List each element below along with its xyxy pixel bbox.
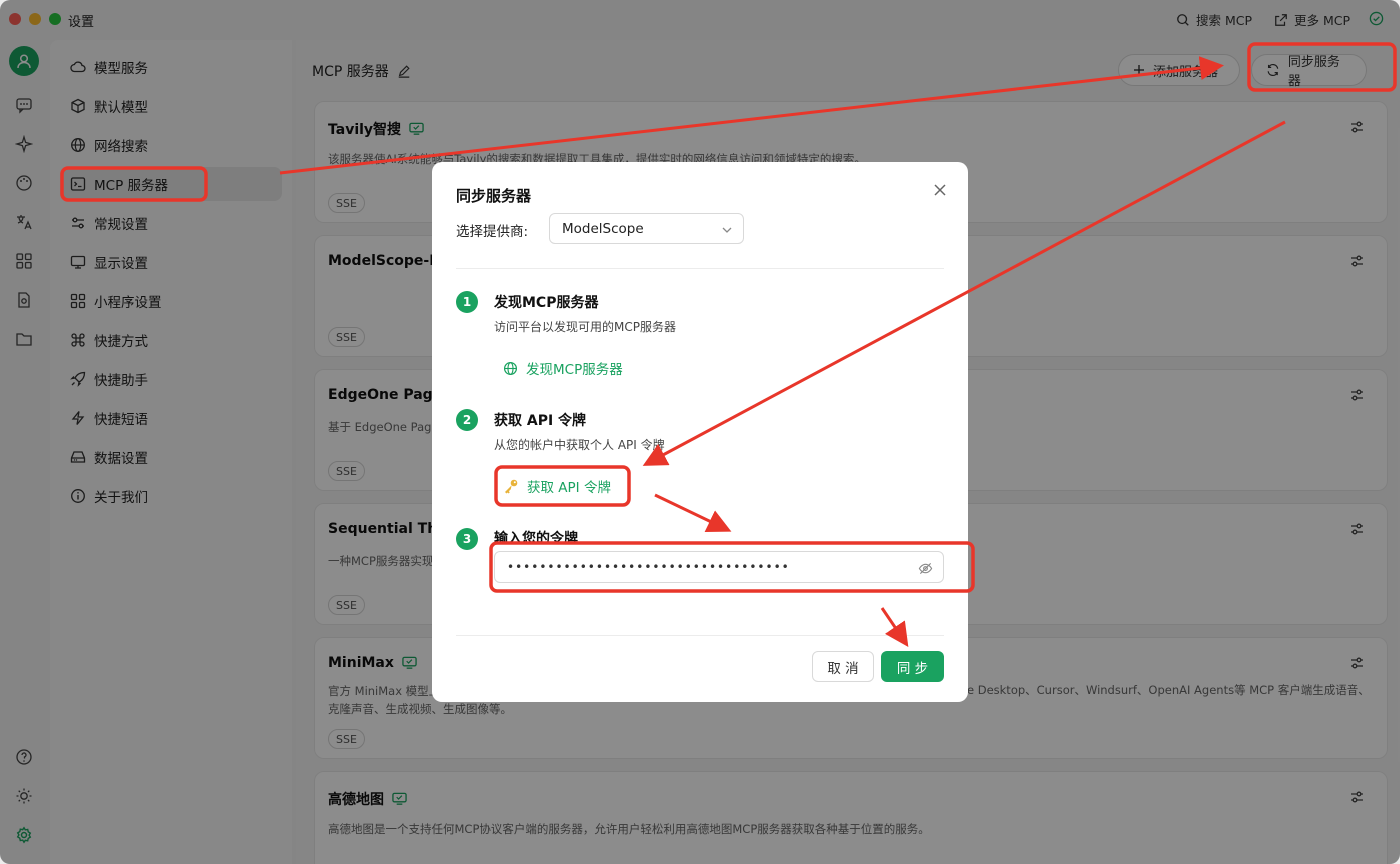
step-number: 2 bbox=[456, 409, 478, 431]
divider bbox=[456, 635, 944, 636]
provider-selected-value: ModelScope bbox=[562, 220, 644, 237]
api-token-input[interactable]: ••••••••••••••••••••••••••••••••••• bbox=[494, 551, 944, 583]
step-description: 访问平台以发现可用的MCP服务器 bbox=[494, 320, 676, 334]
sync-servers-dialog: 同步服务器 选择提供商: ModelScope 1 发现MCP服务器 访问平台以… bbox=[432, 162, 968, 702]
step-title: 获取 API 令牌 bbox=[494, 413, 587, 429]
step-number: 1 bbox=[456, 291, 478, 313]
sync-button[interactable]: 同 步 bbox=[881, 651, 944, 682]
get-token-link-label: 获取 API 令牌 bbox=[527, 480, 611, 496]
get-api-token-link[interactable]: 获取 API 令牌 bbox=[503, 476, 611, 496]
step-title: 输入您的令牌 bbox=[494, 531, 578, 547]
provider-label: 选择提供商: bbox=[456, 224, 529, 240]
step-number: 3 bbox=[456, 528, 478, 550]
globe-icon bbox=[503, 361, 518, 375]
eye-off-icon[interactable] bbox=[918, 561, 933, 576]
step-title: 发现MCP服务器 bbox=[494, 295, 599, 311]
key-icon bbox=[505, 479, 518, 494]
app-window: 设置 搜索 MCP 更多 MCP 模型服务 默认模型 网络搜索 MCP 服务器 … bbox=[0, 0, 1400, 864]
discover-link-label: 发现MCP服务器 bbox=[526, 362, 623, 378]
cancel-button[interactable]: 取 消 bbox=[812, 651, 874, 682]
divider bbox=[456, 268, 944, 269]
dialog-title: 同步服务器 bbox=[456, 187, 532, 205]
close-icon[interactable] bbox=[932, 182, 948, 198]
discover-mcp-servers-link[interactable]: 发现MCP服务器 bbox=[503, 358, 623, 378]
provider-select[interactable]: ModelScope bbox=[549, 213, 744, 244]
api-token-value: ••••••••••••••••••••••••••••••••••• bbox=[507, 560, 790, 574]
chevron-down-icon bbox=[722, 227, 732, 233]
step-description: 从您的帐户中获取个人 API 令牌 bbox=[494, 438, 665, 452]
